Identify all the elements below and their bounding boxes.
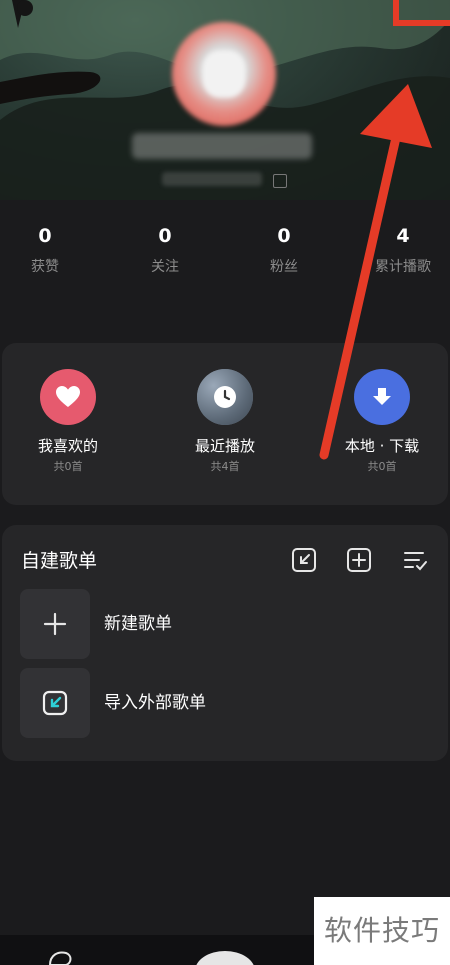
annotation-arrow	[319, 84, 432, 460]
nav-music-icon	[48, 951, 72, 965]
profile-page: 0 获赞 0 关注 0 粉丝 4 累计播歌 我喜欢的 共0首 最近播放 共4首 …	[0, 0, 450, 965]
watermark: 软件技巧	[314, 897, 450, 965]
nav-center-button	[196, 951, 254, 965]
